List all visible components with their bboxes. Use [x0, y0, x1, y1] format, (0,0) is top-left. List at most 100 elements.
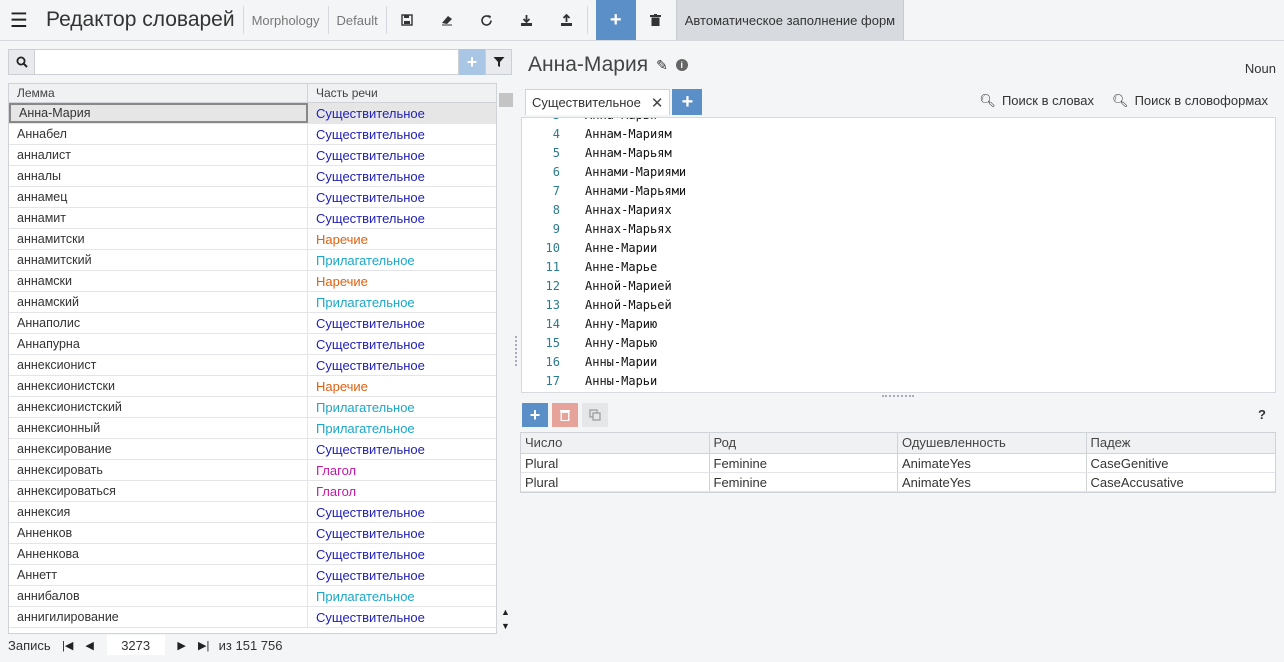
delete-grammeme-button[interactable] [552, 403, 578, 427]
scroll-up-icon[interactable]: ▲ [501, 607, 510, 617]
list-item[interactable]: 12 Анной-Марией [522, 279, 1275, 298]
toolbar-divider [586, 6, 588, 34]
table-row[interactable]: аннексионный Прилагательное [9, 418, 496, 439]
plus-icon: + [681, 90, 694, 113]
pos-cell: Существительное [316, 315, 425, 331]
word-forms-list: 3 Анна-Марья 4 Аннам-Мариям 5 Аннам-Марьям 6 Ан… [522, 118, 1275, 392]
word-form-text: Анны-Марии [585, 355, 658, 369]
horizontal-splitter[interactable] [882, 395, 914, 397]
table-row[interactable]: аннамитский Прилагательное [9, 250, 496, 271]
table-row[interactable]: аннексионистски Наречие [9, 376, 496, 397]
list-item[interactable]: 10 Анне-Марии [522, 241, 1275, 260]
list-item[interactable]: 5 Аннам-Марьям [522, 146, 1275, 165]
list-item[interactable]: 14 Анну-Марию [522, 317, 1275, 336]
table-row[interactable]: Plural Feminine AnimateYes CaseAccusative [521, 473, 1275, 492]
clear-button[interactable] [427, 0, 467, 40]
help-icon[interactable]: ? [1258, 407, 1266, 422]
table-row[interactable]: аннигилирование Существительное [9, 607, 496, 628]
column-header-lemma[interactable]: Лемма [9, 84, 308, 102]
scrollbar-thumb[interactable] [499, 93, 513, 107]
pos-cell: Существительное [316, 168, 425, 184]
grammeme-column-header[interactable]: Число [521, 433, 710, 453]
prev-record-icon[interactable]: ◀ [79, 639, 101, 652]
table-row[interactable]: аннексирование Существительное [9, 439, 496, 460]
list-item[interactable]: 3 Анна-Марья [522, 118, 1275, 127]
table-row[interactable]: Plural Feminine AnimateYes CaseGenitive [521, 454, 1275, 473]
scrollbar[interactable]: ▲ ▼ [499, 83, 513, 634]
table-row[interactable]: аннексия Существительное [9, 502, 496, 523]
next-record-icon[interactable]: ▶ [171, 639, 193, 652]
line-number: 8 [552, 203, 560, 217]
add-lemma-button[interactable]: + [459, 49, 485, 75]
search-in-forms-button[interactable]: 🔍︎ Поиск в словоформах [1112, 93, 1268, 109]
lemma-panel: + Лемма Часть речи Анна-Мария Существител… [8, 49, 513, 634]
list-item[interactable]: 9 Аннах-Марьях [522, 222, 1275, 241]
table-row[interactable]: аннамски Наречие [9, 271, 496, 292]
table-row[interactable]: Аннетт Существительное [9, 565, 496, 586]
lemma-cell: Аннаполис [9, 313, 308, 333]
list-item[interactable]: 11 Анне-Марье [522, 260, 1275, 279]
morphology-selector[interactable]: Morphology [244, 6, 329, 34]
table-row[interactable]: анналы Существительное [9, 166, 496, 187]
scroll-down-icon[interactable]: ▼ [501, 621, 510, 631]
list-item[interactable]: 17 Анны-Марьи [522, 374, 1275, 392]
add-button[interactable]: + [595, 0, 636, 40]
refresh-button[interactable] [467, 0, 507, 40]
table-row[interactable]: Анненкова Существительное [9, 544, 496, 565]
table-row[interactable]: аннексироваться Глагол [9, 481, 496, 502]
list-item[interactable]: 15 Анну-Марью [522, 336, 1275, 355]
first-record-icon[interactable]: |◀ [57, 639, 79, 652]
tab-noun[interactable]: Существительное ✕ [525, 89, 671, 115]
table-row[interactable]: Аннабел Существительное [9, 124, 496, 145]
table-row[interactable]: Анненков Существительное [9, 523, 496, 544]
search-button[interactable] [8, 49, 35, 75]
word-form-text: Анна-Марья [585, 118, 657, 122]
list-item[interactable]: 16 Анны-Марии [522, 355, 1275, 374]
info-icon[interactable]: i [675, 59, 688, 71]
autofill-forms-button[interactable]: Автоматическое заполнение форм [675, 0, 905, 40]
table-row[interactable]: анналист Существительное [9, 145, 496, 166]
copy-grammeme-button[interactable] [582, 403, 608, 427]
table-row[interactable]: аннамит Существительное [9, 208, 496, 229]
dictionary-selector[interactable]: Default [329, 6, 387, 34]
download-button[interactable] [507, 0, 547, 40]
table-row[interactable]: аннибалов Прилагательное [9, 586, 496, 607]
add-tab-button[interactable]: + [672, 89, 703, 115]
save-button[interactable] [387, 0, 427, 40]
record-number-input[interactable] [106, 635, 165, 655]
list-item[interactable]: 7 Аннами-Марьями [522, 184, 1275, 203]
edit-pencil-icon[interactable]: ✎ [656, 57, 668, 74]
table-row[interactable]: аннексионистский Прилагательное [9, 397, 496, 418]
list-item[interactable]: 13 Анной-Марьей [522, 298, 1275, 317]
table-row[interactable]: аннексировать Глагол [9, 460, 496, 481]
pos-cell: Прилагательное [316, 294, 415, 310]
grammeme-column-header[interactable]: Падеж [1087, 433, 1276, 453]
word-forms-editor[interactable]: 3 Анна-Марья 4 Аннам-Мариям 5 Аннам-Марьям 6 Ан… [521, 117, 1276, 393]
search-in-words-button[interactable]: 🔍︎ Поиск в словах [979, 93, 1094, 109]
trash-icon [650, 14, 662, 26]
filter-button[interactable] [485, 49, 512, 75]
add-grammeme-button[interactable]: + [522, 403, 548, 427]
table-row[interactable]: Аннаполис Существительное [9, 313, 496, 334]
last-record-icon[interactable]: ▶| [193, 639, 215, 652]
table-row[interactable]: аннамский Прилагательное [9, 292, 496, 313]
list-item[interactable]: 8 Аннах-Мариях [522, 203, 1275, 222]
close-icon[interactable]: ✕ [651, 94, 664, 112]
table-row[interactable]: Анна-Мария Существительное [9, 103, 496, 124]
table-row[interactable]: аннамитски Наречие [9, 229, 496, 250]
search-input[interactable] [35, 49, 459, 75]
menu-icon[interactable]: ☰ [0, 0, 38, 40]
table-row[interactable]: аннамец Существительное [9, 187, 496, 208]
table-row[interactable]: Аннапурна Существительное [9, 334, 496, 355]
table-row[interactable]: аннексионист Существительное [9, 355, 496, 376]
list-item[interactable]: 6 Аннами-Мариями [522, 165, 1275, 184]
grammeme-column-header[interactable]: Одушевленность [898, 433, 1087, 453]
word-form-text: Анне-Марии [585, 241, 658, 255]
word-form-text: Анной-Марьей [585, 298, 672, 312]
list-item[interactable]: 4 Аннам-Мариям [522, 127, 1275, 146]
upload-button[interactable] [547, 0, 587, 40]
column-header-pos[interactable]: Часть речи [308, 84, 386, 102]
delete-button[interactable] [636, 0, 676, 40]
vertical-splitter[interactable] [515, 336, 518, 366]
grammeme-column-header[interactable]: Род [710, 433, 898, 453]
